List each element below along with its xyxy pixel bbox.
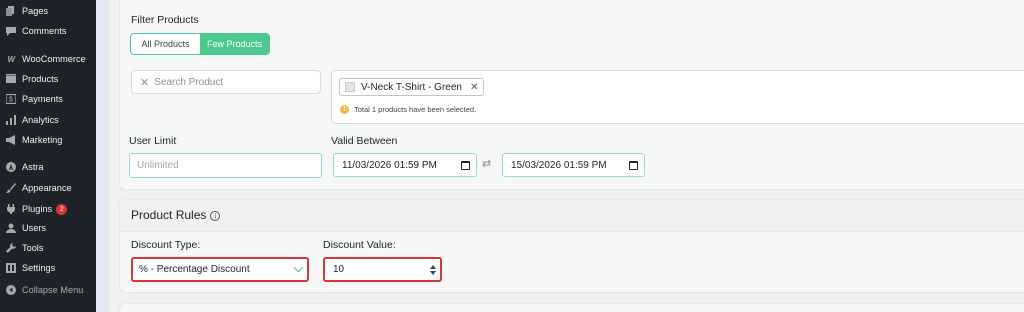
product-rules-title: Product Rules i	[131, 208, 221, 222]
discount-type-select[interactable]: % - Percentage Discount	[131, 257, 309, 282]
sidebar-item-label: Settings	[22, 263, 56, 273]
discount-type-label: Discount Type:	[131, 239, 201, 251]
sidebar-item-label: Users	[22, 223, 46, 233]
analytics-icon	[6, 115, 16, 125]
admin-sidebar: Pages Comments W WooCommerce Products $ …	[0, 0, 96, 312]
sidebar-item-settings[interactable]: Settings	[0, 258, 96, 278]
next-section-panel	[119, 303, 1024, 312]
sidebar-item-tools[interactable]: Tools	[0, 238, 96, 258]
products-icon	[6, 74, 16, 84]
update-count-badge: 2	[56, 203, 68, 215]
sidebar-item-analytics[interactable]: Analytics	[0, 110, 96, 130]
discount-value-text: 10	[333, 264, 345, 275]
sidebar-item-label: Plugins	[22, 204, 53, 214]
swap-arrows-icon: ⇄	[482, 158, 492, 170]
comment-icon	[6, 26, 16, 36]
sidebar-item-appearance[interactable]: Appearance	[0, 178, 96, 198]
start-date-input[interactable]: 11/03/2026 01:59 PM	[333, 153, 477, 177]
user-limit-label: User Limit	[129, 135, 177, 147]
sidebar-item-label: Collapse Menu	[22, 285, 84, 295]
end-date-value: 15/03/2026 01:59 PM	[511, 159, 607, 171]
calendar-icon[interactable]	[629, 160, 638, 170]
stepper-down-icon[interactable]	[430, 270, 436, 275]
sidebar-item-label: WooCommerce	[22, 54, 86, 64]
discount-type-value: % - Percentage Discount	[139, 264, 250, 275]
megaphone-icon	[6, 135, 16, 145]
all-products-option[interactable]: All Products	[131, 34, 200, 54]
few-products-option[interactable]: Few Products	[200, 34, 269, 54]
collapse-menu-button[interactable]: Collapse Menu	[0, 280, 96, 300]
settings-icon	[6, 263, 16, 273]
sidebar-item-products[interactable]: Products	[0, 69, 96, 89]
svg-text:$: $	[9, 97, 13, 104]
search-product-input[interactable]: ✕ Search Product	[131, 70, 321, 94]
product-rules-header	[120, 200, 1024, 232]
product-thumbnail	[345, 82, 355, 92]
discount-value-input[interactable]: 10	[323, 257, 442, 282]
sidebar-item-label: Comments	[22, 26, 67, 36]
sidebar-item-users[interactable]: Users	[0, 218, 96, 238]
search-placeholder: Search Product	[154, 76, 224, 88]
end-date-input[interactable]: 15/03/2026 01:59 PM	[502, 153, 645, 177]
chevron-down-icon	[293, 262, 304, 273]
info-warning-icon: !	[340, 105, 349, 114]
sidebar-item-woocommerce[interactable]: W WooCommerce	[0, 49, 96, 69]
remove-product-icon[interactable]: ✕	[470, 82, 478, 93]
payments-icon: $	[6, 94, 16, 104]
astra-icon	[6, 162, 16, 172]
user-limit-input[interactable]: Unlimited	[129, 153, 322, 178]
brush-icon	[6, 183, 16, 193]
sidebar-item-label: Pages	[22, 6, 49, 16]
sidebar-item-label: Astra	[22, 162, 44, 172]
selected-product-chip: V-Neck T-Shirt - Green ✕	[339, 78, 485, 96]
sidebar-item-astra[interactable]: Astra	[0, 157, 96, 177]
woocommerce-icon: W	[7, 54, 15, 64]
sidebar-item-label: Marketing	[22, 135, 63, 145]
wrench-icon	[6, 243, 16, 253]
discount-value-label: Discount Value:	[323, 239, 396, 251]
calendar-icon[interactable]	[461, 160, 470, 170]
sidebar-item-label: Analytics	[22, 115, 59, 125]
info-icon[interactable]: i	[210, 211, 221, 221]
sidebar-item-payments[interactable]: $ Payments	[0, 89, 96, 109]
pages-icon	[6, 6, 16, 16]
user-icon	[6, 223, 16, 233]
sidebar-edge-strip	[96, 0, 109, 312]
filter-products-toggle[interactable]: All Products Few Products	[130, 33, 270, 55]
plugin-icon	[6, 204, 16, 214]
stepper-up-icon[interactable]	[430, 264, 436, 269]
number-stepper[interactable]	[430, 264, 436, 275]
selection-notice-text: Total 1 products have been selected.	[354, 105, 477, 114]
sidebar-item-pages[interactable]: Pages	[0, 1, 96, 21]
sidebar-item-plugins[interactable]: Plugins 2	[0, 199, 96, 219]
collapse-icon	[6, 285, 16, 295]
sidebar-item-label: Tools	[22, 243, 44, 253]
valid-between-label: Valid Between	[331, 135, 398, 147]
sidebar-item-label: Products	[22, 74, 59, 84]
selection-notice: ! Total 1 products have been selected.	[340, 105, 476, 114]
sidebar-item-comments[interactable]: Comments	[0, 21, 96, 41]
product-rules-title-text: Product Rules	[131, 208, 207, 222]
clear-icon[interactable]: ✕	[140, 76, 149, 89]
start-date-value: 11/03/2026 01:59 PM	[342, 159, 437, 171]
sidebar-item-label: Payments	[22, 94, 63, 104]
sidebar-item-marketing[interactable]: Marketing	[0, 130, 96, 150]
filter-products-label: Filter Products	[131, 14, 199, 26]
sidebar-item-label: Appearance	[22, 183, 72, 193]
selected-product-name: V-Neck T-Shirt - Green	[361, 81, 462, 93]
user-limit-placeholder: Unlimited	[137, 160, 179, 171]
